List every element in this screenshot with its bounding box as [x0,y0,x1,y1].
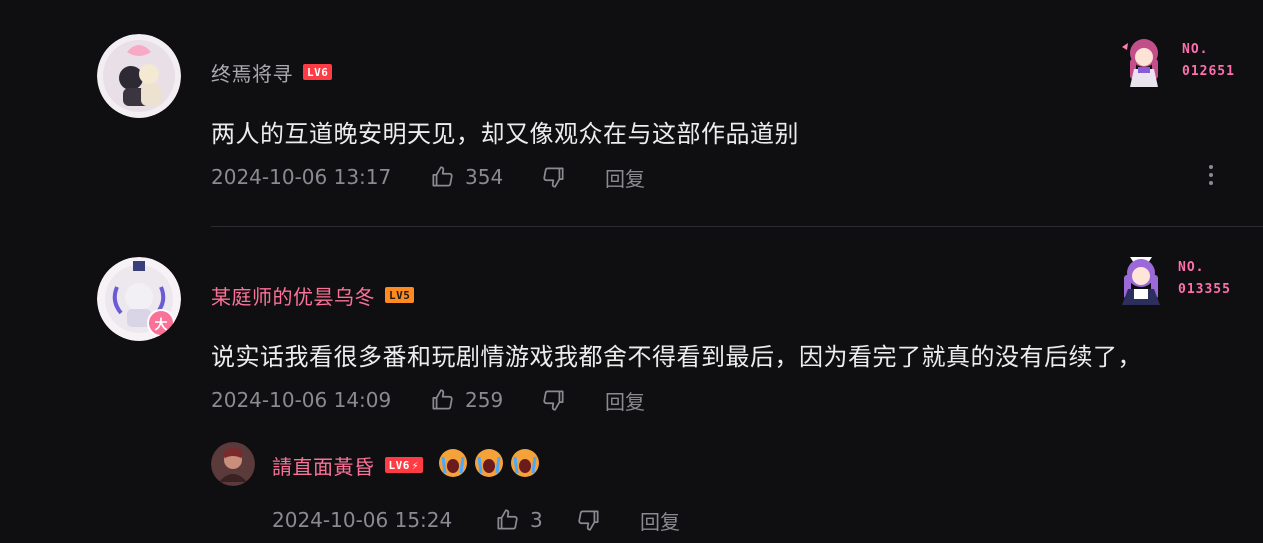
thumbs-down-icon [541,387,567,413]
sub-reply-item: 請直面黃昏 LV6 ⚡ 2024-10-06 15:24 3 回复 [211,442,1211,542]
dislike-button[interactable] [576,507,640,533]
comment-timestamp: 2024-10-06 15:24 [272,508,453,532]
fan-badge-no-value: 013355 [1178,282,1231,297]
level-badge: LV6 [303,64,333,80]
fan-badge-number: NO. 012651 [1182,39,1235,83]
username[interactable]: 终焉将寻 [211,58,293,87]
user-info: 請直面黃昏 LV6 ⚡ [272,449,541,480]
dislike-button[interactable] [541,387,605,413]
anime-maid-figure-icon [1110,251,1172,307]
user-info: 某庭师的优昙乌冬 LV5 [211,281,415,310]
username[interactable]: 請直面黃昏 [272,451,375,480]
like-button[interactable]: 3 [494,507,576,533]
dislike-button[interactable] [541,164,605,190]
user-avatar[interactable]: 大 [97,257,181,341]
more-vertical-icon [1208,164,1214,190]
more-options-button[interactable] [1201,163,1221,191]
comment-text: 两人的互道晚安明天见，却又像观众在与这部作品道别 [211,120,799,148]
avatar-rank-badge: 大 [147,309,175,337]
level-text: LV6 [388,458,410,472]
user-info: 终焉将寻 LV6 [211,58,333,87]
thumbs-down-icon [541,164,567,190]
fan-badge-no-label: NO. [1182,42,1209,57]
reply-button[interactable]: 回复 [640,506,680,535]
comment-section: 终焉将寻 LV6 两人的互道晚安明天见，却又像观众在与这部作品道别 2024-1… [0,0,1263,543]
thumbs-up-icon [494,507,520,533]
fan-badge-number: NO. 013355 [1178,257,1231,301]
fan-badge[interactable]: NO. 013355 [1110,251,1231,307]
level-badge: LV6 ⚡ [384,457,423,473]
crying-emoji-icon [473,447,505,483]
comment-actions: 2024-10-06 15:24 3 回复 [272,505,680,535]
thumbs-up-icon [429,164,455,190]
anime-girl-figure-icon [1114,33,1176,89]
comment-actions: 2024-10-06 13:17 354 回复 [211,162,645,192]
emoji-group [437,447,541,483]
comment-actions: 2024-10-06 14:09 259 回复 [211,385,645,415]
lightning-icon: ⚡ [411,458,419,472]
crying-emoji-icon [509,447,541,483]
fan-badge-no-value: 012651 [1182,64,1235,79]
thumbs-down-icon [576,507,602,533]
user-avatar[interactable] [97,34,181,118]
like-count: 259 [465,388,504,412]
comment-text: 说实话我看很多番和玩剧情游戏我都舍不得看到最后，因为看完了就真的没有后续了， [211,343,1142,371]
reply-button[interactable]: 回复 [605,386,645,415]
level-badge: LV5 [385,287,415,303]
username[interactable]: 某庭师的优昙乌冬 [211,281,375,310]
fan-badge-no-label: NO. [1178,260,1205,275]
comment-timestamp: 2024-10-06 14:09 [211,388,392,412]
fan-badge[interactable]: NO. 012651 [1114,33,1235,89]
comment-item: 大 某庭师的优昙乌冬 LV5 说实话我看很多番和玩剧情游戏我都舍不得看到最后，因… [0,227,1263,543]
like-count: 3 [530,508,543,532]
crying-emoji-icon [437,447,469,483]
like-count: 354 [465,165,504,189]
like-button[interactable]: 259 [429,387,541,413]
comment-item: 终焉将寻 LV6 两人的互道晚安明天见，却又像观众在与这部作品道别 2024-1… [0,0,1263,226]
user-avatar[interactable] [211,442,255,486]
comment-timestamp: 2024-10-06 13:17 [211,165,392,189]
thumbs-up-icon [429,387,455,413]
like-button[interactable]: 354 [429,164,541,190]
reply-button[interactable]: 回复 [605,163,645,192]
